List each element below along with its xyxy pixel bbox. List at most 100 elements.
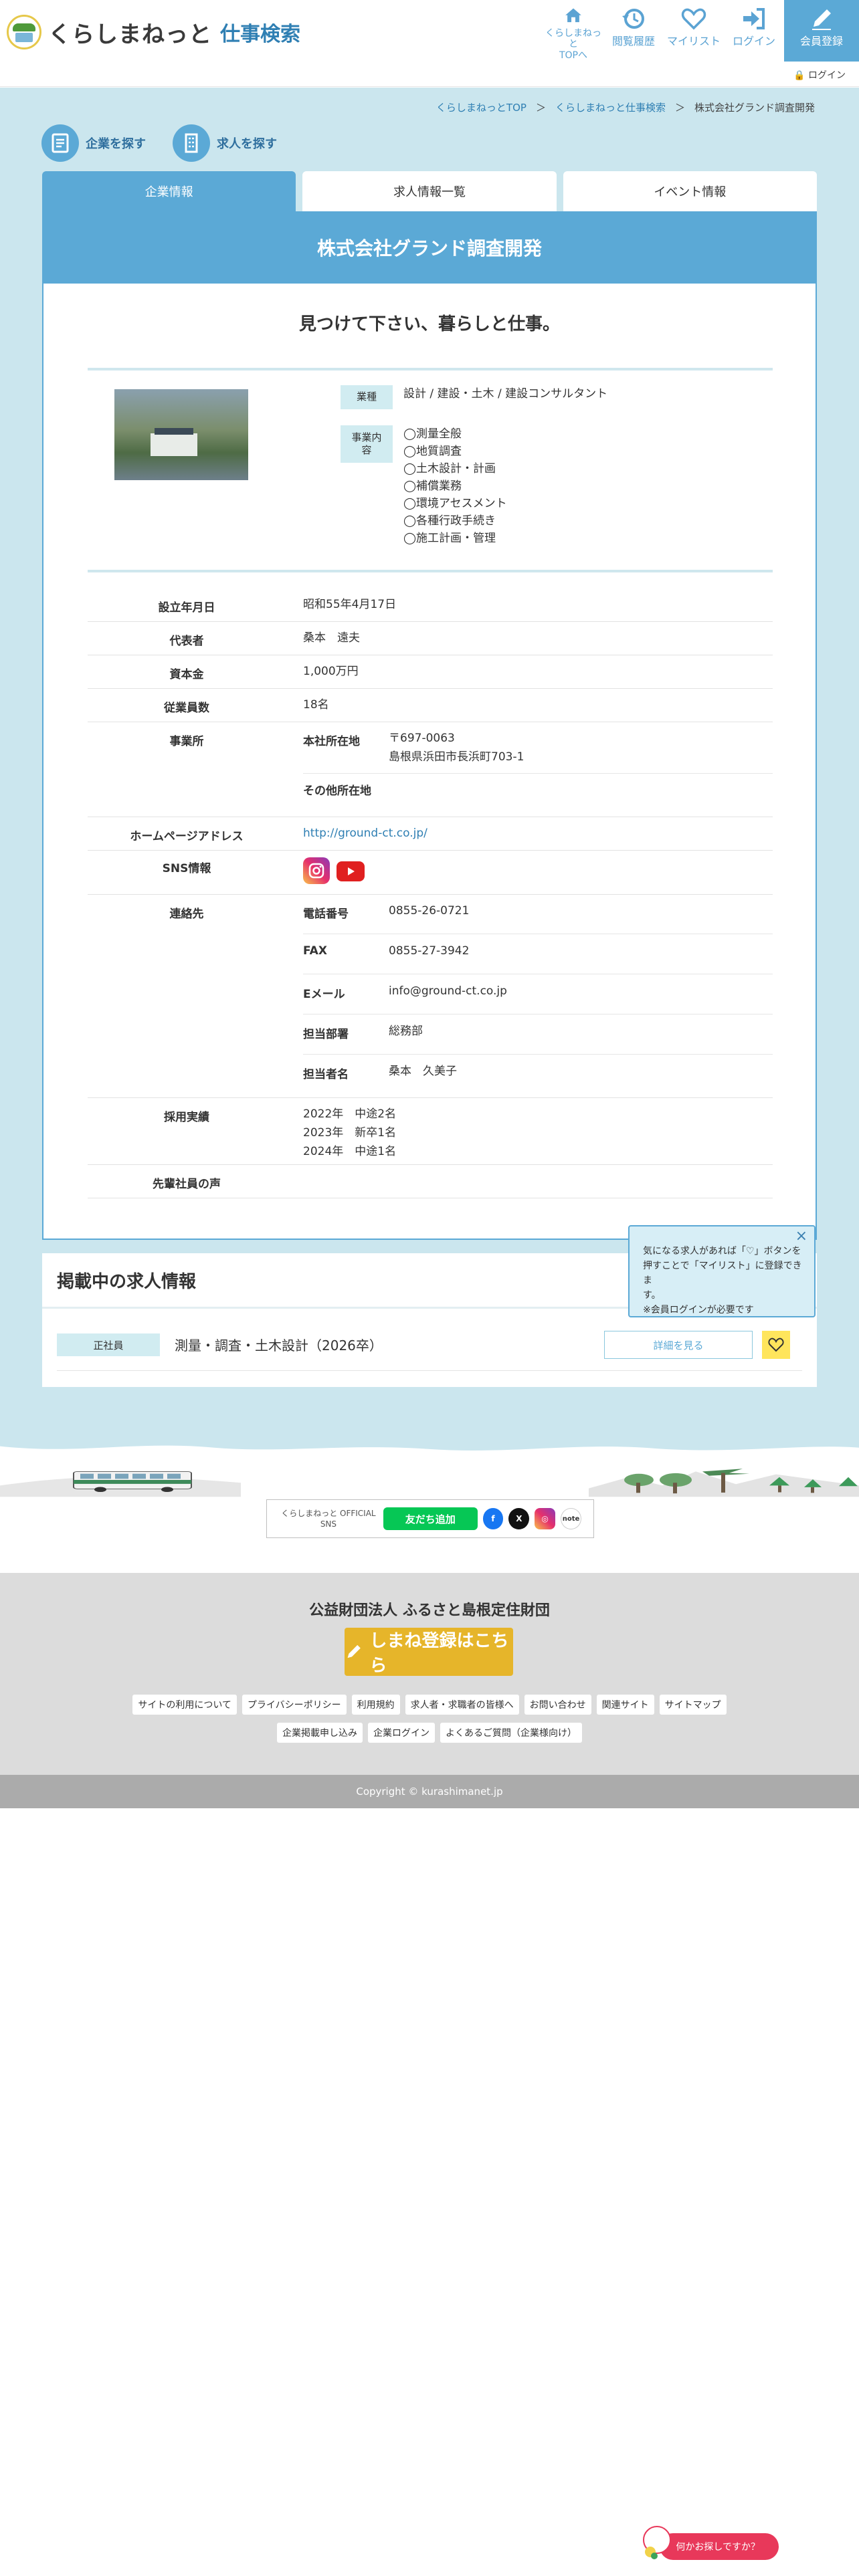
capital-value: 1,000万円 bbox=[303, 665, 359, 678]
fax-label: FAX bbox=[303, 944, 327, 958]
site-header: くらしまねっと 仕事検索 くらしまねっと TOPへ 閲覧履歴 マイリスト ログイ… bbox=[0, 0, 859, 87]
footer-link[interactable]: サイトの利用について bbox=[132, 1695, 237, 1715]
business-item: ◯土木設計・計画 bbox=[403, 462, 496, 475]
hiring-item: 2024年 中途1名 bbox=[303, 1145, 397, 1158]
business-item: ◯施工計画・管理 bbox=[403, 532, 496, 545]
breadcrumb-separator: ＞ bbox=[535, 102, 546, 114]
nav-history[interactable]: 閲覧履歴 bbox=[603, 0, 664, 62]
chat-bubble-icon[interactable] bbox=[641, 2525, 672, 2560]
footer-link[interactable]: よくあるご質問（企業様向け） bbox=[440, 1723, 582, 1743]
help-button[interactable]: 何かお探しですか？ bbox=[660, 2533, 779, 2560]
find-job-label: 求人を探す bbox=[217, 137, 277, 151]
employees-value: 18名 bbox=[303, 698, 329, 712]
login-icon bbox=[743, 8, 765, 29]
business-tag: 事業内容 bbox=[341, 425, 393, 463]
foundation-name: 公益財団法人 ふるさと島根定住財団 bbox=[309, 1602, 550, 1619]
tooltip-line: 気になる求人があれば「♡」ボタンを bbox=[643, 1246, 801, 1257]
homepage-label: ホームページアドレス bbox=[130, 830, 244, 843]
tab-company-info[interactable]: 企業情報 bbox=[42, 171, 296, 211]
breadcrumb-separator: ＞ bbox=[674, 102, 685, 114]
logo-emblem-icon bbox=[7, 15, 41, 49]
footer-link[interactable]: 関連サイト bbox=[596, 1695, 654, 1715]
rep-label: 代表者 bbox=[169, 635, 204, 648]
hq-zip: 〒697-0063 bbox=[389, 732, 455, 745]
breadcrumb-top[interactable]: くらしまねっとTOP bbox=[436, 100, 527, 114]
favorite-button[interactable] bbox=[762, 1331, 790, 1359]
logo-subtitle: 仕事検索 bbox=[220, 23, 300, 46]
breadcrumb: くらしまねっとTOP ＞ くらしまねっと仕事検索 ＞ 株式会社グランド調査開発 bbox=[436, 100, 815, 114]
hiring-label: 採用実績 bbox=[164, 1111, 209, 1124]
instagram-icon[interactable] bbox=[303, 857, 330, 884]
jobs-title: 掲載中の求人情報 bbox=[57, 1272, 197, 1292]
line-add-friend-button[interactable]: 友だち追加 bbox=[383, 1507, 478, 1530]
youtube-icon[interactable] bbox=[337, 861, 365, 881]
other-location-label: その他所在地 bbox=[303, 784, 371, 798]
breadcrumb-job-search[interactable]: くらしまねっと仕事検索 bbox=[555, 100, 666, 114]
tab-job-list[interactable]: 求人情報一覧 bbox=[302, 171, 557, 211]
row-employees: 従業員数 18名 bbox=[88, 689, 773, 722]
capital-label: 資本金 bbox=[169, 668, 204, 681]
footer-links-row-2: 企業掲載申し込み 企業ログイン よくあるご質問（企業様向け） bbox=[0, 1723, 859, 1743]
row-contact: 連絡先 電話番号 0855-26-0721 FAX 0855-27-3942 E… bbox=[88, 895, 773, 1098]
tel-label: 電話番号 bbox=[303, 907, 349, 921]
nav-top[interactable]: くらしまねっと TOPへ bbox=[543, 0, 603, 62]
job-detail-button[interactable]: 詳細を見る bbox=[604, 1331, 753, 1359]
dept-label: 担当部署 bbox=[303, 1028, 349, 1041]
shimane-register-button[interactable]: しまね登録はこちら bbox=[345, 1628, 513, 1676]
employees-label: 従業員数 bbox=[164, 702, 209, 715]
footer-link[interactable]: 求人者・求職者の皆様へ bbox=[405, 1695, 519, 1715]
fax-value: 0855-27-3942 bbox=[389, 944, 470, 958]
help-button-label: 何かお探しですか？ bbox=[676, 2542, 760, 2553]
footer-link[interactable]: 利用規約 bbox=[351, 1695, 400, 1715]
company-catchphrase: 見つけて下さい、暮らしと仕事。 bbox=[298, 314, 560, 334]
history-icon bbox=[622, 9, 644, 29]
hq-street: 島根県浜田市長浜町703-1 bbox=[389, 750, 524, 764]
document-icon bbox=[41, 124, 79, 162]
row-representative: 代表者 桑本 遠夫 bbox=[88, 622, 773, 655]
nav-register-label: 会員登録 bbox=[799, 35, 843, 47]
email-label: Eメール bbox=[303, 988, 345, 1001]
business-item: ◯地質調査 bbox=[403, 445, 462, 458]
tooltip-line: 押すことで「マイリスト」に登録できま bbox=[643, 1261, 802, 1286]
x-icon[interactable]: X bbox=[508, 1508, 530, 1529]
footer-link[interactable]: 企業掲載申し込み bbox=[277, 1723, 363, 1743]
founded-value: 昭和55年4月17日 bbox=[303, 598, 397, 611]
mylist-tooltip: × 気になる求人があれば「♡」ボタンを 押すことで「マイリスト」に登録できま す… bbox=[628, 1225, 816, 1317]
find-company-link[interactable]: 企業を探す bbox=[41, 124, 146, 162]
find-job-link[interactable]: 求人を探す bbox=[173, 124, 277, 162]
nav-register[interactable]: 会員登録 bbox=[784, 0, 859, 62]
person-value: 桑本 久美子 bbox=[389, 1065, 457, 1078]
footer-link[interactable]: プライバシーポリシー bbox=[242, 1695, 347, 1715]
mini-login-link[interactable]: 🔒 ログイン bbox=[793, 68, 846, 82]
industry-value: 設計 / 建設・土木 / 建設コンサルタント bbox=[403, 387, 608, 401]
pencil-icon bbox=[812, 9, 831, 30]
tab-events[interactable]: イベント情報 bbox=[563, 171, 817, 211]
shimane-register-label: しまね登録はこちら bbox=[369, 1631, 509, 1676]
row-hiring: 採用実績 2022年 中途2名 2023年 新卒1名 2024年 中途1名 bbox=[88, 1098, 773, 1165]
facebook-icon[interactable]: f bbox=[482, 1508, 504, 1529]
official-sns-label: くらしまねっと OFFICIAL SNS bbox=[281, 1509, 376, 1529]
company-name-heading: 株式会社グランド調査開発 bbox=[43, 211, 816, 284]
tel-value: 0855-26-0721 bbox=[389, 904, 470, 918]
footer-link[interactable]: サイトマップ bbox=[659, 1695, 727, 1715]
nav-login[interactable]: ログイン bbox=[724, 0, 784, 62]
nav-mylist[interactable]: マイリスト bbox=[664, 0, 724, 62]
building-icon bbox=[173, 124, 210, 162]
rep-value: 桑本 遠夫 bbox=[303, 631, 360, 645]
divider bbox=[88, 368, 773, 370]
close-icon[interactable]: × bbox=[795, 1229, 807, 1244]
note-icon[interactable]: note bbox=[561, 1508, 581, 1529]
job-title[interactable]: 測量・調査・土木設計（2026卒） bbox=[175, 1335, 383, 1354]
instagram-icon[interactable]: ◎ bbox=[535, 1508, 556, 1529]
divider bbox=[303, 1054, 773, 1055]
breadcrumb-current: 株式会社グランド調査開発 bbox=[694, 102, 815, 114]
line-add-friend-label: 友だち追加 bbox=[405, 1513, 456, 1525]
footer-link[interactable]: お問い合わせ bbox=[524, 1695, 591, 1715]
contact-label: 連絡先 bbox=[169, 907, 204, 921]
divider bbox=[303, 773, 773, 774]
homepage-link[interactable]: http://ground-ct.co.jp/ bbox=[303, 824, 427, 843]
job-row: 正社員 測量・調査・土木設計（2026卒） 詳細を見る bbox=[57, 1320, 802, 1371]
footer-link[interactable]: 企業ログイン bbox=[368, 1723, 435, 1743]
site-logo[interactable]: くらしまねっと 仕事検索 bbox=[7, 13, 300, 51]
row-employee-voice: 先輩社員の声 bbox=[88, 1165, 773, 1198]
